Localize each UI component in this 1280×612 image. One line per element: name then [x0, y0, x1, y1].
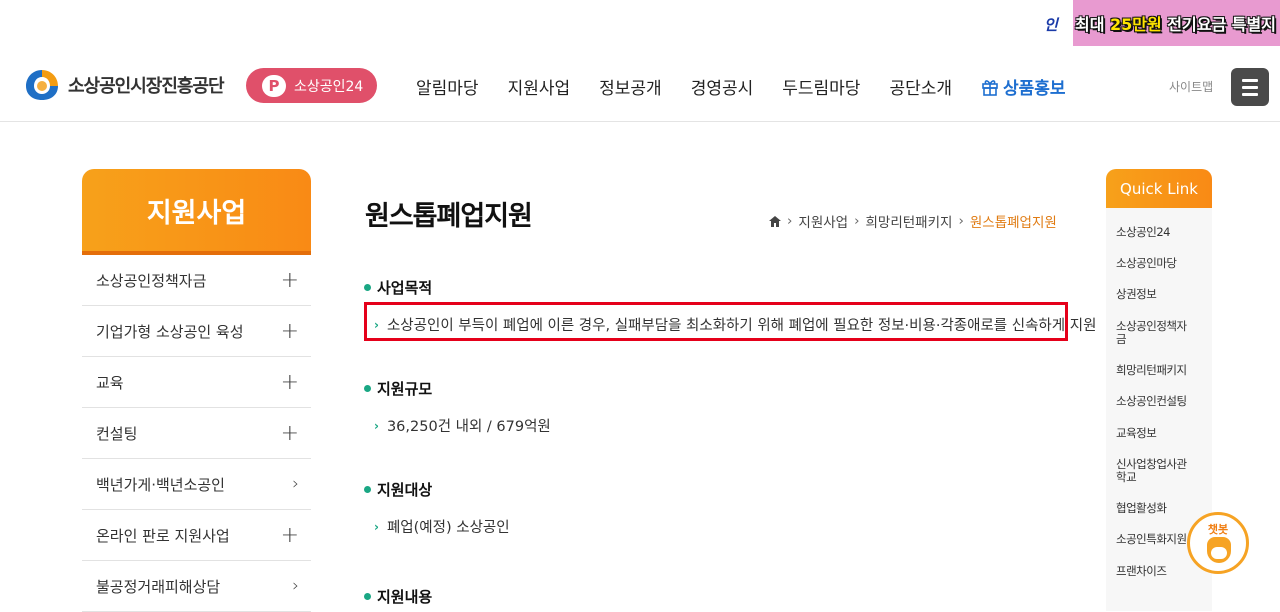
nav-product-promo[interactable]: 상품홍보 [981, 74, 1066, 99]
sidebar-item-label: 컨설팅 [96, 424, 138, 443]
logo-text: 소상공인시장진흥공단 [68, 76, 225, 97]
plus-icon: + [280, 267, 299, 293]
top-bar: 인 최대 25만원 전기요금 특별지 [0, 0, 1280, 46]
page-title: 원스톱폐업지원 [365, 201, 533, 232]
section-content: 지원내용 [364, 586, 432, 607]
quicklink-item[interactable]: 협업활성화 [1106, 501, 1212, 515]
breadcrumb-item[interactable]: 지원사업 [798, 211, 848, 231]
sidebar-menu: 소상공인정책자금 + 기업가형 소상공인 육성 + 교육 + 컨설팅 + 백년가게·백년… [82, 255, 311, 612]
quicklink-item[interactable]: 소상공인컨설팅 [1106, 395, 1212, 408]
plus-icon: + [280, 318, 299, 344]
sidebar-item-unfair-trade[interactable]: 불공정거래피해상담 › [82, 561, 311, 612]
sidebar-item-label: 기업가형 소상공인 육성 [96, 322, 244, 341]
sidebar-item-entrepreneur[interactable]: 기업가형 소상공인 육성 + [82, 306, 311, 357]
sidebar-item-label: 불공정거래피해상담 [96, 577, 221, 596]
plus-icon: + [280, 369, 299, 395]
sosanggongin24-label: 소상공인24 [294, 78, 364, 95]
bullet-dot-icon [364, 486, 371, 493]
sidebar-item-label: 백년가게·백년소공인 [96, 475, 225, 494]
breadcrumb-item[interactable]: 희망리턴패키지 [866, 211, 953, 231]
chevron-right-icon: › [292, 576, 299, 596]
quicklink-item[interactable]: 신사업창업사관학교 [1106, 457, 1190, 484]
promo-banner-text: 최대 25만원 전기요금 특별지 [1075, 15, 1276, 34]
section-heading: 지원규모 [377, 380, 433, 398]
section-heading: 지원대상 [377, 481, 433, 499]
quicklink-item[interactable]: 소상공인정책자금 [1106, 319, 1190, 346]
banner-logo-icon: 인 [1044, 16, 1058, 34]
sidebar-item-education[interactable]: 교육 + [82, 357, 311, 408]
breadcrumb-separator: › [854, 213, 860, 229]
quicklink-item[interactable]: 소상공인마당 [1106, 256, 1212, 270]
p-icon: P [262, 74, 286, 97]
section-target: 지원대상 › 폐업(예정) 소상공인 [364, 479, 510, 537]
nav-info-disclosure[interactable]: 정보공개 [599, 74, 662, 99]
section-body: 폐업(예정) 소상공인 [386, 520, 510, 536]
quicklink-item[interactable]: 상권정보 [1106, 288, 1212, 301]
chatbot-mascot-icon [1207, 537, 1231, 563]
site-header: 소상공인시장진흥공단 P 소상공인24 알림마당 지원사업 정보공개 경영공시 … [0, 46, 1280, 122]
plus-icon: + [280, 420, 299, 446]
bullet-dot-icon [364, 593, 371, 600]
section-heading: 사업목적 [377, 279, 433, 297]
breadcrumb-separator: › [958, 213, 964, 229]
gift-icon [982, 79, 998, 96]
sidebar-item-label: 소상공인정책자금 [96, 271, 207, 290]
home-icon[interactable] [769, 215, 781, 227]
section-body: 36,250건 내외 / 679억원 [386, 419, 551, 435]
nav-about[interactable]: 공단소개 [889, 74, 952, 99]
nav-management[interactable]: 경영공시 [691, 74, 754, 99]
quicklink-title: Quick Link [1106, 169, 1212, 208]
nav-support[interactable]: 지원사업 [508, 74, 571, 99]
highlight-box [364, 302, 1068, 341]
quicklink-item[interactable]: 소상공인24 [1106, 225, 1212, 239]
sidebar-title: 지원사업 [82, 169, 311, 255]
sidebar-item-label: 온라인 판로 지원사업 [96, 526, 230, 545]
nav-dodream[interactable]: 두드림마당 [782, 74, 860, 99]
nav-notice[interactable]: 알림마당 [416, 74, 479, 99]
section-scale: 지원규모 › 36,250건 내외 / 679억원 [364, 378, 551, 436]
chevron-right-icon: › [292, 474, 299, 494]
promo-banner[interactable]: 최대 25만원 전기요금 특별지 [1073, 0, 1280, 46]
breadcrumb-separator: › [787, 213, 793, 229]
sidebar-item-label: 교육 [96, 373, 124, 392]
breadcrumb-current: 원스톱폐업지원 [969, 215, 1057, 231]
bullet-dot-icon [364, 284, 371, 291]
sidebar-item-online-sales[interactable]: 온라인 판로 지원사업 + [82, 510, 311, 561]
bullet-dot-icon [364, 385, 371, 392]
sidebar-item-policy-fund[interactable]: 소상공인정책자금 + [82, 255, 311, 306]
menu-button[interactable] [1231, 68, 1269, 106]
chevron-right-icon: › [374, 519, 379, 534]
quicklink-item[interactable]: 프랜차이즈 [1106, 564, 1212, 578]
main-nav: 알림마당 지원사업 정보공개 경영공시 두드림마당 공단소개 상품홍보 [416, 74, 1095, 99]
sitemap-link[interactable]: 사이트맵 [1169, 78, 1213, 95]
chatbot-button[interactable]: 챗봇 [1187, 512, 1249, 574]
sidebar-item-consulting[interactable]: 컨설팅 + [82, 408, 311, 459]
sosanggongin24-button[interactable]: P 소상공인24 [246, 68, 377, 103]
quicklink-item[interactable]: 교육정보 [1106, 426, 1212, 440]
nav-product-promo-label: 상품홍보 [1003, 79, 1066, 99]
quicklink-item[interactable]: 희망리턴패키지 [1106, 363, 1212, 377]
logo-mark-icon [26, 70, 58, 100]
chatbot-label: 챗봇 [1207, 523, 1229, 536]
plus-icon: + [280, 522, 299, 548]
sidebar-item-centennial-store[interactable]: 백년가게·백년소공인 › [82, 459, 311, 510]
hamburger-icon [1242, 78, 1258, 82]
section-heading: 지원내용 [377, 588, 433, 606]
site-logo[interactable]: 소상공인시장진흥공단 [24, 68, 225, 102]
breadcrumb: › 지원사업 › 희망리턴패키지 › 원스톱폐업지원 [769, 211, 1057, 231]
chevron-right-icon: › [374, 418, 379, 433]
